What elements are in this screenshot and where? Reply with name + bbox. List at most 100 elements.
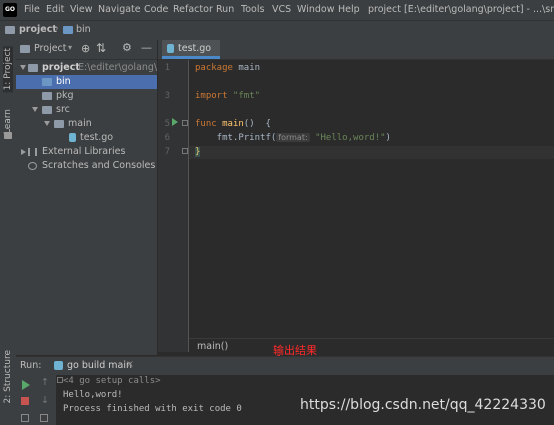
menu-window[interactable]: Window bbox=[297, 4, 334, 15]
tree-item-scratches[interactable]: Scratches and Consoles bbox=[16, 159, 157, 173]
line-number: 3 bbox=[164, 91, 170, 101]
gear-icon[interactable]: ⚙ bbox=[122, 41, 132, 54]
tab-label: test.go bbox=[178, 43, 212, 54]
window-title: project [E:\editer\golang\project] - ...… bbox=[368, 4, 554, 15]
tab-structure[interactable]: 2: Structure bbox=[3, 350, 13, 404]
tree-item-label: project bbox=[42, 62, 80, 73]
scratches-icon bbox=[28, 162, 37, 170]
menu-tools[interactable]: Tools bbox=[241, 4, 264, 15]
menu-help[interactable]: Help bbox=[338, 4, 360, 15]
folder-icon bbox=[28, 64, 38, 72]
menu-vcs[interactable]: VCS bbox=[272, 4, 291, 15]
project-panel-header: Project ▾ ⊕ ⇅ ⚙ — bbox=[16, 40, 157, 60]
code-line-3: import "fmt" bbox=[195, 91, 260, 101]
tree-item-external-libraries[interactable]: External Libraries bbox=[16, 145, 157, 159]
tree-item-label: External Libraries bbox=[42, 146, 126, 157]
tree-item-test-go[interactable]: test.go bbox=[16, 131, 157, 145]
tree-item-label: Scratches and Consoles bbox=[42, 160, 156, 171]
folder-icon bbox=[42, 78, 52, 86]
keyword: func bbox=[195, 119, 217, 129]
tree-item-label: src bbox=[56, 104, 70, 115]
tree-item-main[interactable]: main bbox=[16, 117, 157, 131]
watermark-text: https://blog.csdn.net/qq_42224330 bbox=[300, 397, 546, 413]
menu-code[interactable]: Code bbox=[144, 4, 168, 15]
run-panel-header: Run: go build main × bbox=[16, 356, 554, 376]
go-build-icon bbox=[54, 361, 63, 370]
folder-icon bbox=[42, 92, 52, 100]
dropdown-arrow-icon[interactable]: ▾ bbox=[68, 43, 72, 52]
project-panel: Project ▾ ⊕ ⇅ ⚙ — project E:\editer\gola… bbox=[16, 40, 158, 355]
code-line-1: package main bbox=[195, 63, 260, 73]
tree-item-pkg[interactable]: pkg bbox=[16, 89, 157, 103]
menu-file[interactable]: File bbox=[24, 4, 40, 15]
menu-run[interactable]: Run bbox=[216, 4, 234, 15]
close-icon[interactable]: × bbox=[126, 359, 134, 370]
wrap-icon[interactable] bbox=[40, 414, 48, 422]
tab-project[interactable]: 1: Project bbox=[3, 46, 13, 93]
tree-item-label: bin bbox=[56, 76, 71, 87]
menu-view[interactable]: View bbox=[70, 4, 93, 15]
learn-icon bbox=[4, 132, 12, 139]
menu-refactor[interactable]: Refactor bbox=[173, 4, 213, 15]
menu-bar: GO File Edit View Navigate Code Refactor… bbox=[0, 0, 554, 21]
up-arrow-icon[interactable]: ↑ bbox=[41, 377, 49, 388]
go-file-icon bbox=[69, 133, 76, 142]
code-text: fmt.Printf( bbox=[195, 133, 277, 143]
pause-icon[interactable] bbox=[21, 414, 29, 422]
fold-icon[interactable] bbox=[182, 120, 188, 126]
go-file-icon bbox=[167, 44, 174, 53]
tab-learn[interactable]: Learn bbox=[3, 109, 13, 134]
string-literal: "fmt" bbox=[227, 91, 261, 101]
tree-item-label: main bbox=[68, 118, 92, 129]
string-literal: "Hello,word!" bbox=[309, 133, 386, 143]
menu-edit[interactable]: Edit bbox=[46, 4, 64, 15]
folder-icon bbox=[5, 26, 15, 34]
tab-run-config[interactable]: go build main bbox=[67, 360, 132, 371]
menu-navigate[interactable]: Navigate bbox=[98, 4, 141, 15]
locate-target-icon[interactable]: ⊕ bbox=[81, 42, 90, 55]
left-tool-strip: 1: Project Learn 2: Structure bbox=[0, 40, 17, 425]
line-number: 6 bbox=[164, 133, 170, 143]
console-line: Hello,word! bbox=[63, 390, 123, 400]
editor-tab-bar: test.go bbox=[158, 40, 554, 60]
stop-icon[interactable] bbox=[21, 397, 29, 405]
tree-item-path: E:\editer\golang\pr bbox=[78, 62, 158, 73]
project-icon bbox=[20, 45, 30, 53]
folder-icon bbox=[54, 120, 64, 128]
code-line-5: func main() { bbox=[195, 119, 271, 129]
chevron-down-icon bbox=[44, 121, 50, 126]
code-line-7: } bbox=[195, 147, 201, 157]
parameter-hint: format: bbox=[276, 133, 310, 142]
library-icon bbox=[28, 148, 37, 156]
console-line: Process finished with exit code 0 bbox=[63, 404, 242, 414]
caret-line-highlight bbox=[189, 146, 554, 159]
rerun-icon[interactable] bbox=[22, 380, 30, 390]
tree-item-bin[interactable]: bin bbox=[16, 75, 157, 89]
collapse-all-icon[interactable]: ⇅ bbox=[96, 41, 106, 55]
folder-icon bbox=[42, 106, 52, 114]
tree-item-project[interactable]: project E:\editer\golang\pr bbox=[16, 61, 157, 75]
line-number: 1 bbox=[164, 63, 170, 73]
editor-gutter: 1 3 5 6 7 bbox=[158, 60, 189, 352]
function-name: main bbox=[216, 119, 244, 129]
tab-test-go[interactable]: test.go bbox=[162, 40, 220, 59]
down-arrow-icon[interactable]: ↓ bbox=[41, 395, 49, 406]
code-text: main bbox=[232, 63, 261, 73]
tree-item-label: pkg bbox=[56, 90, 74, 101]
fold-icon[interactable] bbox=[182, 148, 188, 154]
breadcrumb: project › bin bbox=[0, 21, 554, 41]
hide-panel-icon[interactable]: — bbox=[141, 41, 152, 54]
project-view-dropdown[interactable]: Project bbox=[34, 43, 67, 54]
breadcrumb-function[interactable]: main() bbox=[197, 341, 228, 352]
keyword: import bbox=[195, 91, 228, 101]
breadcrumb-project[interactable]: project bbox=[19, 24, 57, 35]
breadcrumb-bin[interactable]: bin bbox=[76, 24, 91, 35]
tree-item-src[interactable]: src bbox=[16, 103, 157, 117]
run-toolbar: ↑ ↓ bbox=[16, 375, 56, 425]
console-line: <4 go setup calls> bbox=[63, 376, 161, 386]
code-editor[interactable]: package main import "fmt" func main() { … bbox=[189, 60, 554, 352]
code-line-6: fmt.Printf(format: "Hello,word!") bbox=[195, 133, 391, 143]
line-number: 7 bbox=[164, 147, 170, 157]
run-gutter-icon[interactable] bbox=[172, 118, 178, 126]
folder-icon bbox=[63, 26, 73, 34]
